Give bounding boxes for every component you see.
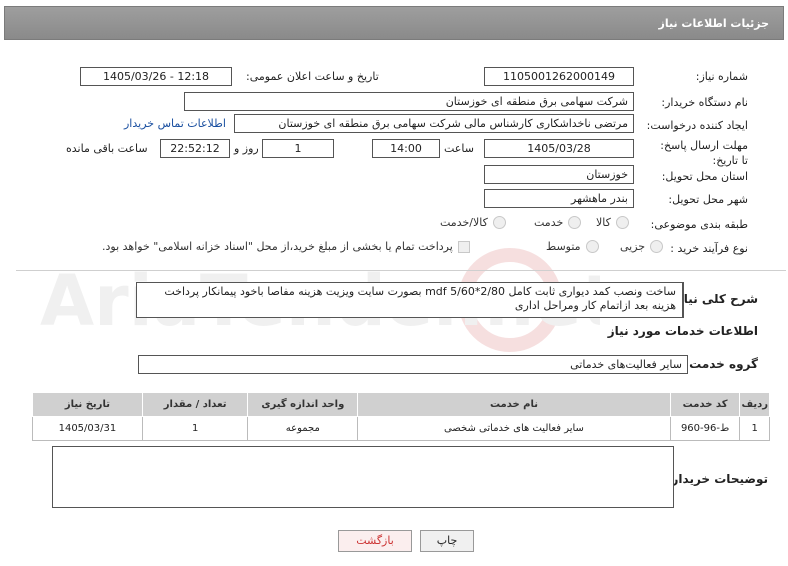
province-field[interactable]: خوزستان [484, 165, 634, 184]
deadline-date-field[interactable]: 1405/03/28 [484, 139, 634, 158]
column-header: کد خدمت [669, 392, 741, 417]
buyer-notes-field[interactable] [52, 446, 674, 508]
unit: مجموعه [247, 416, 359, 441]
days-label: روز و [234, 142, 259, 155]
column-header: واحد اندازه گیری [247, 392, 359, 417]
category-option-goods-service[interactable]: کالا/خدمت [440, 216, 506, 229]
creator-field[interactable]: مرتضی ناخداشکاری کارشناس مالی شرکت سهامی… [234, 114, 634, 133]
announce-label: تاریخ و ساعت اعلان عمومی: [246, 70, 379, 83]
buyer-org-label: نام دستگاه خریدار: [661, 96, 748, 109]
radio-icon[interactable] [568, 216, 582, 229]
treasury-payment-option[interactable]: پرداخت تمام یا بخشی از مبلغ خرید،از محل … [102, 240, 470, 253]
remaining-label: ساعت باقی مانده [66, 142, 148, 155]
service-code: ط-96-960 [669, 416, 741, 441]
column-header: ردیف [739, 392, 770, 417]
page-header: جزئیات اطلاعات نیاز [4, 6, 784, 40]
announce-field[interactable]: 1405/03/26 - 12:18 [80, 67, 232, 86]
province-label: استان محل تحویل: [661, 170, 748, 183]
back-button[interactable]: بازگشت [338, 530, 412, 552]
description-label: شرح کلی نیاز: [672, 292, 758, 306]
service-name: سایر فعالیت های خدماتی شخصی [357, 416, 671, 441]
deadline-time-field[interactable]: 14:00 [372, 139, 440, 158]
column-header: نام خدمت [357, 392, 671, 417]
row-number: 1 [739, 416, 770, 441]
radio-icon[interactable] [650, 240, 664, 253]
table-header-row: ردیف کد خدمت نام خدمت واحد اندازه گیری ت… [32, 392, 770, 417]
buyer-org-field[interactable]: شرکت سهامی برق منطقه ای خوزستان [184, 92, 634, 111]
city-field[interactable]: بندر ماهشهر [484, 189, 634, 208]
radio-icon[interactable] [615, 216, 629, 229]
page-title: جزئیات اطلاعات نیاز [658, 17, 770, 30]
quantity: 1 [141, 416, 249, 441]
services-section-title: اطلاعات خدمات مورد نیاز [607, 324, 758, 338]
description-field[interactable]: ساخت ونصب کمد دیواری ثابت کامل mdf 5/60*… [136, 282, 684, 318]
category-label: طبقه بندی موضوعی: [650, 218, 748, 231]
creator-label: ایجاد کننده درخواست: [646, 119, 748, 132]
remaining-time-field[interactable]: 22:52:12 [160, 139, 230, 158]
need-number-label: شماره نیاز: [695, 70, 748, 83]
radio-icon[interactable] [585, 240, 599, 253]
services-table: ردیف کد خدمت نام خدمت واحد اندازه گیری ت… [32, 392, 770, 441]
print-button[interactable]: چاپ [420, 530, 474, 552]
days-field[interactable]: 1 [262, 139, 334, 158]
time-label: ساعت [444, 142, 474, 155]
table-row: 1 ط-96-960 سایر فعالیت های خدماتی شخصی م… [32, 416, 770, 441]
need-date: 1405/03/31 [32, 416, 143, 441]
radio-icon[interactable] [492, 216, 506, 229]
need-number-field[interactable]: 1105001262000149 [484, 67, 634, 86]
process-label: نوع فرآیند خرید : [670, 242, 748, 255]
service-group-field[interactable]: سایر فعالیت‌های خدماتی [138, 355, 688, 374]
category-option-goods[interactable]: کالا [596, 216, 629, 229]
deadline-label: مهلت ارسال پاسخ: تا تاریخ: [660, 139, 748, 167]
city-label: شهر محل تحویل: [668, 193, 748, 206]
service-group-label: گروه خدمت: [684, 357, 758, 371]
buyer-notes-label: توضیحات خریدار: [666, 472, 768, 486]
process-option-medium[interactable]: متوسط [546, 240, 599, 253]
process-option-minor[interactable]: جزیی [620, 240, 664, 253]
divider [16, 270, 786, 271]
contact-info-link[interactable]: اطلاعات تماس خریدار [124, 117, 226, 130]
column-header: تاریخ نیاز [32, 392, 143, 417]
category-option-service[interactable]: خدمت [534, 216, 582, 229]
checkbox-icon[interactable] [457, 240, 470, 253]
column-header: تعداد / مقدار [141, 392, 249, 417]
